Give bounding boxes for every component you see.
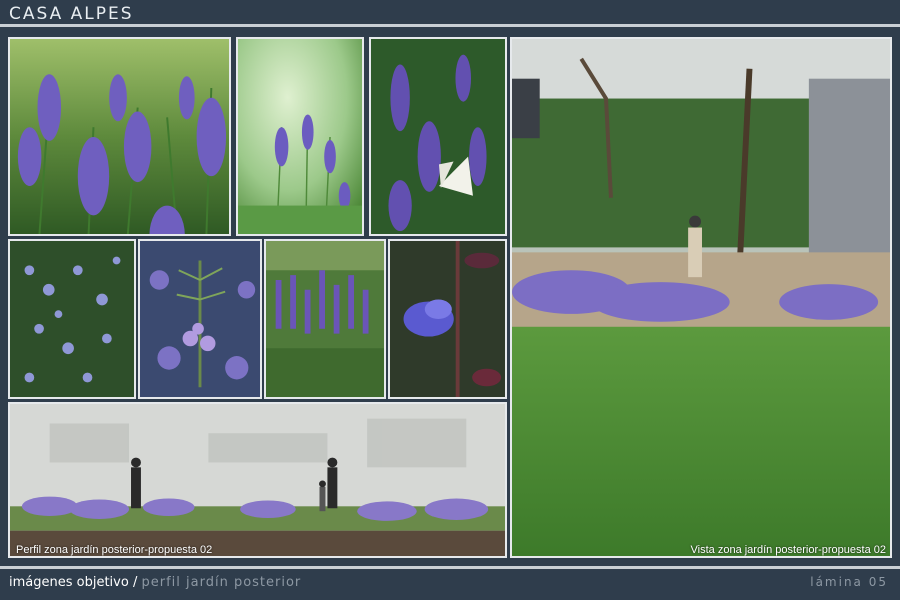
footer-section-label: imágenes objetivo / perfil jardín poster… [9,575,301,590]
bottom-divider [0,566,900,569]
garden-view-caption: Vista zona jardín posterior-propuesta 02 [690,544,886,556]
garden-profile-render: Perfil zona jardín posterior-propuesta 0… [8,402,507,558]
footer-separator: / [132,575,138,590]
top-divider [0,24,900,27]
photo-lavender-field [8,37,231,236]
photo-lavender-butterfly [369,37,507,236]
photo-lavender-stems [236,37,364,236]
garden-view-render: Vista zona jardín posterior-propuesta 02 [510,37,892,558]
profile-caption: Perfil zona jardín posterior-propuesta 0… [16,544,213,556]
footer-section: imágenes objetivo [9,575,129,590]
photo-rosemary-flower [138,239,262,399]
page-title: CASA ALPES [9,4,134,24]
photo-salvia-field [264,239,386,399]
photo-salvia-flower [388,239,507,399]
footer-subsection: perfil jardín posterior [141,575,302,590]
sheet-number: lámina 05 [810,575,888,589]
photo-rosemary-shrub [8,239,136,399]
